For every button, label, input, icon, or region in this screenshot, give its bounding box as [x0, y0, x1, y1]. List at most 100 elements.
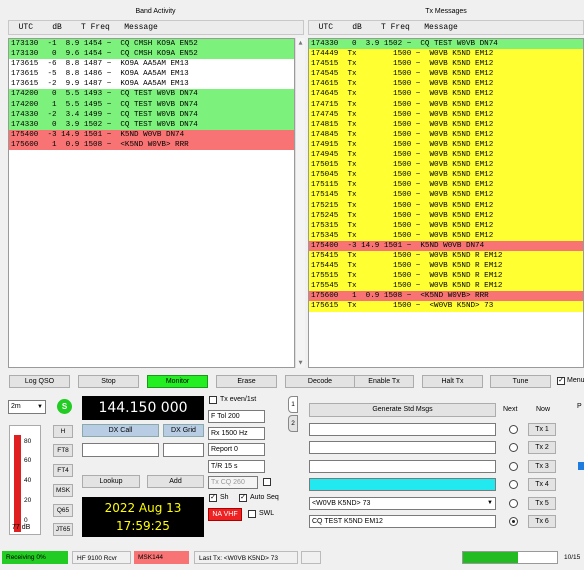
power-slider-handle[interactable] [578, 462, 584, 470]
tx-message-row[interactable]: 175245 Tx 1500 ~ W0VB K5ND EM12 [309, 210, 583, 221]
h-button[interactable]: H [53, 425, 73, 438]
tx-message-row[interactable]: 174515 Tx 1500 ~ W0VB K5ND EM12 [309, 59, 583, 70]
tx-message-row[interactable]: 174645 Tx 1500 ~ W0VB K5ND EM12 [309, 89, 583, 100]
scroll-down-icon[interactable]: ▼ [296, 358, 305, 368]
na-vhf-button[interactable]: NA VHF [208, 508, 242, 521]
report-spinbox[interactable]: Report 0 [208, 443, 265, 456]
add-button[interactable]: Add [147, 475, 204, 488]
tx-message-row[interactable]: 175545 Tx 1500 ~ W0VB K5ND R EM12 [309, 281, 583, 292]
tx3-message[interactable] [309, 460, 496, 473]
band-activity-row[interactable]: 174330 -2 3.4 1499 ~ CQ TEST W0VB DN74 [9, 109, 294, 120]
tx-cq-spinbox[interactable]: Tx CQ 260 [208, 476, 258, 489]
tx-message-row[interactable]: 175345 Tx 1500 ~ W0VB K5ND EM12 [309, 230, 583, 241]
tab-1[interactable]: 1 [288, 396, 298, 413]
tx4-message[interactable] [309, 478, 496, 491]
enable-tx-button[interactable]: Enable Tx [354, 375, 414, 388]
tx-message-row[interactable]: 174715 Tx 1500 ~ W0VB K5ND EM12 [309, 99, 583, 110]
tx-message-row[interactable]: 175315 Tx 1500 ~ W0VB K5ND EM12 [309, 220, 583, 231]
tx5-message-select[interactable]: <W0VB K5ND> 73 ▼ [309, 497, 496, 510]
erase-button[interactable]: Erase [216, 375, 277, 388]
dx-call-button[interactable]: DX Call [82, 424, 159, 437]
band-activity-row[interactable]: 174200 1 5.5 1495 ~ CQ TEST W0VB DN74 [9, 99, 294, 110]
tx2-message[interactable] [309, 441, 496, 454]
tx-message-row[interactable]: 175215 Tx 1500 ~ W0VB K5ND EM12 [309, 200, 583, 211]
tx-cq-checkbox[interactable] [263, 478, 271, 486]
lookup-button[interactable]: Lookup [82, 475, 140, 488]
tx-message-row[interactable]: 174545 Tx 1500 ~ W0VB K5ND EM12 [309, 69, 583, 80]
q65-button[interactable]: Q65 [53, 504, 73, 517]
tx-message-row[interactable]: 175445 Tx 1500 ~ W0VB K5ND R EM12 [309, 261, 583, 272]
ft4-button[interactable]: FT4 [53, 464, 73, 477]
tr-period-spinbox[interactable]: T/R 15 s [208, 460, 265, 473]
tx-message-row[interactable]: 175145 Tx 1500 ~ W0VB K5ND EM12 [309, 190, 583, 201]
sh-checkbox[interactable]: ✓ [209, 494, 217, 502]
tx1-button[interactable]: Tx 1 [528, 423, 556, 436]
tx-message-row[interactable]: 174449 Tx 1500 ~ W0VB K5ND EM12 [309, 49, 583, 60]
band-activity-row[interactable]: 173615 -6 8.8 1487 ~ KO9A AA5AM EM13 [9, 59, 294, 70]
monitor-button[interactable]: Monitor [147, 375, 208, 388]
tx-message-row[interactable]: 174945 Tx 1500 ~ W0VB K5ND EM12 [309, 150, 583, 161]
band-activity-row[interactable]: 174200 0 5.5 1493 ~ CQ TEST W0VB DN74 [9, 89, 294, 100]
halt-tx-button[interactable]: Halt Tx [422, 375, 483, 388]
band-activity-list[interactable]: 173130 -1 8.9 1454 ~ CQ CMSH KO9A EN52 17… [8, 38, 295, 368]
tx-messages-list[interactable]: 174330 0 3.9 1502 ~ CQ TEST W0VB DN74 174… [308, 38, 584, 368]
tx3-next-radio[interactable] [509, 462, 518, 471]
stop-button[interactable]: Stop [78, 375, 139, 388]
generate-std-msgs-button[interactable]: Generate Std Msgs [309, 403, 496, 417]
tab-2[interactable]: 2 [288, 415, 298, 432]
ft8-button[interactable]: FT8 [53, 444, 73, 457]
tx-message-row[interactable]: 174330 0 3.9 1502 ~ CQ TEST W0VB DN74 [309, 39, 583, 50]
menus-checkbox[interactable]: ✓ [557, 377, 565, 385]
band-activity-row[interactable]: 173130 0 9.6 1454 ~ CQ CMSH KO9A EN52 [9, 49, 294, 60]
tx6-message[interactable]: CQ TEST K5ND EM12 [309, 515, 496, 528]
band-select[interactable]: 2m ▼ [8, 400, 46, 414]
tx-message-row[interactable]: 175045 Tx 1500 ~ W0VB K5ND EM12 [309, 170, 583, 181]
rx-freq-spinbox[interactable]: Rx 1500 Hz [208, 427, 265, 440]
scroll-up-icon[interactable]: ▲ [296, 38, 305, 48]
rig-status: HF 9100 Rcvr [72, 551, 131, 564]
tx1-message[interactable] [309, 423, 496, 436]
jt65-button[interactable]: JT65 [53, 523, 73, 536]
tx-message-row[interactable]: 174815 Tx 1500 ~ W0VB K5ND EM12 [309, 119, 583, 130]
band-activity-row[interactable]: 174330 0 3.9 1502 ~ CQ TEST W0VB DN74 [9, 119, 294, 130]
swl-checkbox[interactable] [248, 510, 256, 518]
dx-grid-button[interactable]: DX Grid [163, 424, 204, 437]
band-activity-row[interactable]: 173615 -5 8.8 1486 ~ KO9A AA5AM EM13 [9, 69, 294, 80]
tx-progress-fill [463, 552, 518, 563]
tx-message-row[interactable]: 175115 Tx 1500 ~ W0VB K5ND EM12 [309, 180, 583, 191]
tune-button[interactable]: Tune [490, 375, 551, 388]
tx-message-row[interactable]: 174615 Tx 1500 ~ W0VB K5ND EM12 [309, 79, 583, 90]
dx-grid-input[interactable] [163, 443, 204, 457]
tx-message-row[interactable]: 175615 Tx 1500 ~ <W0VB K5ND> 73 [309, 301, 583, 312]
tx-message-row[interactable]: 175515 Tx 1500 ~ W0VB K5ND R EM12 [309, 271, 583, 282]
tx2-next-radio[interactable] [509, 443, 518, 452]
tx2-button[interactable]: Tx 2 [528, 441, 556, 454]
tx-message-row[interactable]: 174915 Tx 1500 ~ W0VB K5ND EM12 [309, 139, 583, 151]
tx-even-checkbox[interactable] [209, 396, 217, 404]
f-tol-spinbox[interactable]: F Tol 200 [208, 410, 265, 423]
dx-call-input[interactable] [82, 443, 159, 457]
msk-button[interactable]: MSK [53, 484, 73, 497]
tx-message-row[interactable]: 175015 Tx 1500 ~ W0VB K5ND EM12 [309, 160, 583, 171]
tx3-button[interactable]: Tx 3 [528, 460, 556, 473]
band-activity-row[interactable]: 173130 -1 8.9 1454 ~ CQ CMSH KO9A EN52 [9, 39, 294, 50]
tx-message-row[interactable]: 174845 Tx 1500 ~ W0VB K5ND EM12 [309, 129, 583, 140]
tx1-next-radio[interactable] [509, 425, 518, 434]
tx6-next-radio[interactable] [509, 517, 518, 526]
auto-seq-checkbox[interactable]: ✓ [239, 494, 247, 502]
tx-message-row[interactable]: 174745 Tx 1500 ~ W0VB K5ND EM12 [309, 109, 583, 120]
tx4-button[interactable]: Tx 4 [528, 478, 556, 491]
tx-message-row[interactable]: 175600 1 0.9 1508 ~ <K5ND W0VB> RRR [309, 291, 583, 302]
tx-message-row[interactable]: 175415 Tx 1500 ~ W0VB K5ND R EM12 [309, 250, 583, 262]
band-activity-scrollbar[interactable]: ▲ ▼ [295, 38, 305, 368]
band-activity-row[interactable]: 175600 1 0.9 1508 ~ <K5ND W0VB> RRR [9, 139, 294, 151]
band-activity-row[interactable]: 175400 -3 14.9 1501 ~ K5ND W0VB DN74 [9, 129, 294, 140]
log-qso-button[interactable]: Log QSO [9, 375, 70, 388]
band-activity-row[interactable]: 173615 -2 9.9 1487 ~ KO9A AA5AM EM13 [9, 79, 294, 90]
decode-button[interactable]: Decode [285, 375, 355, 388]
tx5-next-radio[interactable] [509, 499, 518, 508]
tx5-button[interactable]: Tx 5 [528, 497, 556, 510]
tx4-next-radio[interactable] [509, 480, 518, 489]
tx-message-row[interactable]: 175400 -3 14.9 1501 ~ K5ND W0VB DN74 [309, 240, 583, 251]
tx6-button[interactable]: Tx 6 [528, 515, 556, 528]
